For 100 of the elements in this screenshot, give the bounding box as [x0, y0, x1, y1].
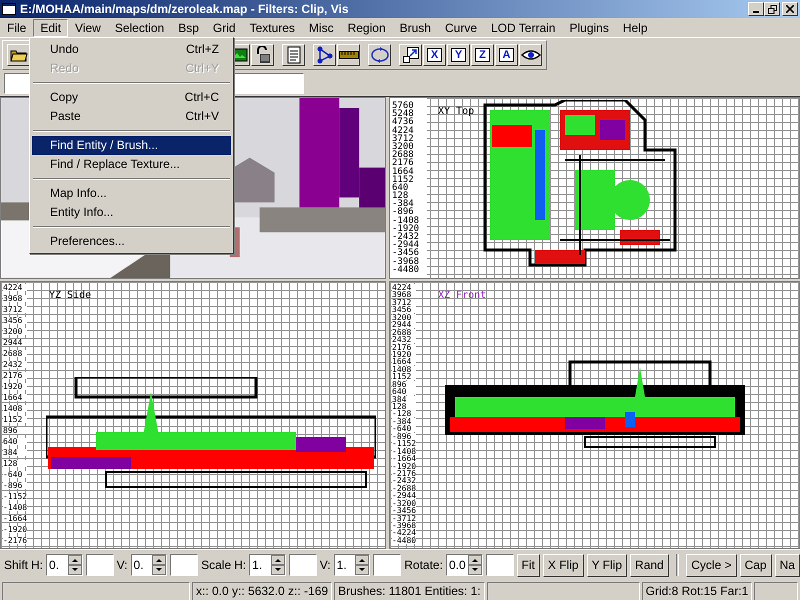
axis-label: 2688	[3, 350, 28, 357]
view-title: YZ Side	[49, 290, 92, 301]
input-field[interactable]	[170, 554, 198, 576]
axis-label: 2176	[3, 372, 28, 379]
menu-item[interactable]: Entity Info...	[32, 203, 231, 222]
toolbar-button[interactable]: Y Flip	[586, 554, 628, 576]
menu-item[interactable]: Brush	[392, 18, 438, 36]
field-label: Rotate:	[404, 558, 443, 572]
axis-label: -3712	[392, 514, 416, 522]
status-text: x:: 0.0 y:: 5632.0 z:: -169	[192, 582, 332, 600]
menu-item[interactable]: LOD Terrain	[484, 18, 562, 36]
close-button[interactable]	[782, 2, 798, 16]
toolbar-button[interactable]	[251, 44, 274, 66]
axis-label: -384	[392, 418, 416, 425]
status-text: Grid:8 Rot:15 Far:1	[642, 582, 752, 600]
axis-label: 2688	[392, 328, 416, 336]
menu-item[interactable]: Find / Replace Texture...	[32, 155, 231, 174]
axis-label: 640	[3, 438, 28, 445]
toolbar-button[interactable]	[337, 44, 360, 66]
axis-label: -1664	[392, 455, 416, 462]
toolbar-button[interactable]: X	[423, 44, 446, 66]
axis-label: -4480	[392, 536, 416, 544]
toolbar-button[interactable]: Na	[774, 554, 800, 576]
axis-label: -1664	[3, 515, 28, 522]
axis-label: -896	[3, 482, 28, 489]
input-field[interactable]	[486, 554, 514, 576]
spin-field[interactable]: 1.	[334, 554, 370, 576]
menu-item[interactable]: Bsp	[171, 18, 206, 36]
field-label: H:	[234, 558, 246, 572]
spin-arrows-icon	[468, 555, 482, 575]
menu-item[interactable]: Selection	[108, 18, 172, 36]
axis-label: 3456	[392, 306, 416, 314]
view-title: XY Top	[438, 106, 474, 117]
toolbar-button[interactable]	[282, 44, 305, 66]
status-pane	[754, 582, 798, 600]
menu-item[interactable]: Paste Ctrl+V	[32, 107, 231, 126]
menu-item[interactable]: Copy Ctrl+C	[32, 88, 231, 107]
field-label: H:	[31, 558, 44, 572]
menu-item[interactable]: Textures	[242, 18, 302, 36]
spin-field[interactable]: 0.	[46, 554, 83, 576]
menu-item[interactable]: Region	[340, 18, 393, 36]
spin-field[interactable]: 0.	[130, 554, 168, 576]
axis-label: 128	[392, 403, 416, 410]
axis-label: -1408	[3, 504, 28, 511]
axis-label: -128	[392, 410, 416, 418]
menu-item[interactable]: Plugins	[562, 18, 616, 36]
axis-label: 2944	[3, 339, 28, 346]
menu-item[interactable]: Curve	[438, 18, 484, 36]
toolbar-button[interactable]: Rand	[630, 554, 669, 576]
menu-item[interactable]: Undo Ctrl+Z	[32, 40, 231, 59]
axis-label: 3968	[3, 295, 28, 302]
restore-button[interactable]	[764, 2, 780, 16]
input-field[interactable]	[86, 554, 114, 576]
axis-label: -3456	[392, 249, 420, 258]
toolbar-button[interactable]: X Flip	[542, 554, 584, 576]
toolbar-button[interactable]: Z	[471, 44, 494, 66]
toolbar-button[interactable]	[313, 44, 336, 66]
minimize-button[interactable]	[748, 2, 764, 16]
toolbar-button[interactable]	[399, 44, 422, 66]
axis-label: -3456	[392, 507, 416, 514]
menu-item[interactable]: Help	[616, 18, 655, 36]
node-graph-icon	[316, 46, 334, 64]
toolbar-button[interactable]: A	[495, 44, 518, 66]
toolbar-button[interactable]: Cap	[740, 554, 772, 576]
toolbar-button[interactable]: Y	[447, 44, 470, 66]
axis-label: -640	[3, 471, 28, 478]
field-label: Scale	[201, 558, 232, 572]
menu-item[interactable]: Grid	[206, 18, 243, 36]
spin-field[interactable]: 1.	[249, 554, 286, 576]
menu-item[interactable]: Preferences...	[32, 232, 231, 251]
axis-label: 2432	[392, 336, 416, 344]
menu-item[interactable]: Map Info...	[32, 184, 231, 203]
menu-item[interactable]: Misc	[302, 18, 341, 36]
axis-label: 1920	[3, 383, 28, 390]
axis-label: 4224	[392, 284, 416, 291]
axis-label: 1152	[3, 416, 28, 423]
spin-arrows-icon	[152, 555, 166, 575]
axis-label: 384	[3, 449, 28, 456]
menu-item[interactable]: Edit	[33, 18, 68, 36]
toolbar-button[interactable]	[368, 44, 391, 66]
menu-item[interactable]: Find Entity / Brush...	[32, 136, 231, 155]
axis-label: -2944	[392, 492, 416, 500]
axis-label: 1664	[392, 358, 416, 366]
ruler-icon	[338, 50, 358, 60]
toolbar-button[interactable]	[519, 44, 542, 66]
menu-item[interactable]: File	[0, 18, 34, 36]
axis-label: 128	[3, 460, 28, 467]
toolbar-button[interactable]	[7, 44, 30, 66]
input-field[interactable]	[373, 554, 402, 576]
spin-field[interactable]: 0.0	[446, 554, 483, 576]
input-field[interactable]	[288, 554, 317, 576]
toolbar-button[interactable]: Cycle >	[686, 554, 737, 576]
axis-label: -1152	[392, 440, 416, 448]
axis-label: -1408	[392, 448, 416, 455]
menu-item[interactable]: View	[68, 18, 108, 36]
axis-label: -2944	[392, 241, 420, 250]
axis-label: -3200	[392, 500, 416, 507]
toolbar-button[interactable]: Fit	[516, 554, 540, 576]
axis-label: 2176	[392, 344, 416, 350]
axis-label: 896	[3, 427, 28, 434]
